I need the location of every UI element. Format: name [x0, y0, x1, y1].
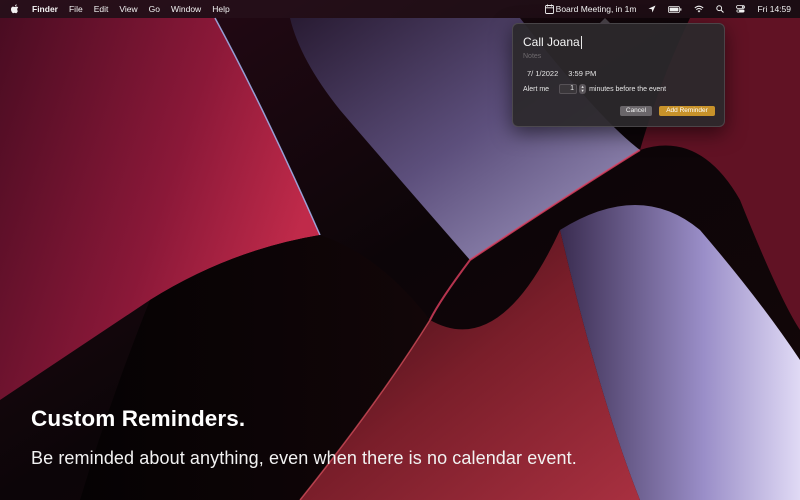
control-center-icon[interactable]	[736, 5, 746, 13]
date-picker[interactable]: 7/ 1/2022	[527, 69, 558, 78]
popover-caret	[599, 18, 611, 24]
time-picker[interactable]: 3:59 PM	[568, 69, 596, 78]
menu-go[interactable]: Go	[149, 0, 160, 18]
promo-headline: Custom Reminders.	[31, 406, 246, 431]
event-label: Board Meeting, in 1m	[555, 4, 637, 14]
menu-file[interactable]: File	[69, 0, 83, 18]
alert-minutes-input[interactable]: 1	[559, 84, 578, 94]
reminder-popover: Call Joana Notes 7/ 1/2022 3:59 PM Alert…	[512, 18, 725, 127]
notes-field[interactable]: Notes	[523, 53, 541, 60]
search-icon[interactable]	[716, 5, 725, 13]
menu-edit[interactable]: Edit	[94, 0, 109, 18]
promo-subheadline: Be reminded about anything, even when th…	[31, 448, 577, 468]
reminder-title-value: Call Joana	[523, 35, 580, 49]
calendar-icon	[544, 4, 554, 14]
alert-row: Alert me 1 ▲ ▼ minutes before the event	[523, 84, 666, 94]
stepper-down-icon[interactable]: ▼	[581, 89, 585, 93]
alert-prefix-label: Alert me	[523, 85, 550, 93]
battery-icon[interactable]	[668, 5, 682, 13]
alert-suffix-label: minutes before the event	[589, 85, 667, 93]
cancel-button[interactable]: Cancel	[620, 106, 652, 116]
apple-icon[interactable]	[10, 3, 20, 15]
menubar-clock[interactable]: Fri 14:59	[757, 0, 791, 18]
reminder-title-field[interactable]: Call Joana	[523, 34, 718, 50]
add-reminder-button[interactable]: Add Reminder	[659, 106, 715, 116]
menu-bar: Finder File Edit View Go Window Help Boa…	[0, 0, 800, 18]
minutes-stepper[interactable]: ▲ ▼	[579, 84, 587, 94]
wifi-icon[interactable]	[694, 5, 704, 13]
menu-view[interactable]: View	[119, 0, 137, 18]
text-cursor	[580, 35, 582, 49]
menu-window[interactable]: Window	[171, 0, 201, 18]
location-arrow-icon[interactable]	[648, 5, 656, 13]
menu-help[interactable]: Help	[212, 0, 229, 18]
menu-finder[interactable]: Finder	[32, 0, 58, 18]
datetime-row: 7/ 1/2022 3:59 PM	[527, 69, 596, 78]
upcoming-event-status[interactable]: Board Meeting, in 1m	[544, 0, 637, 18]
